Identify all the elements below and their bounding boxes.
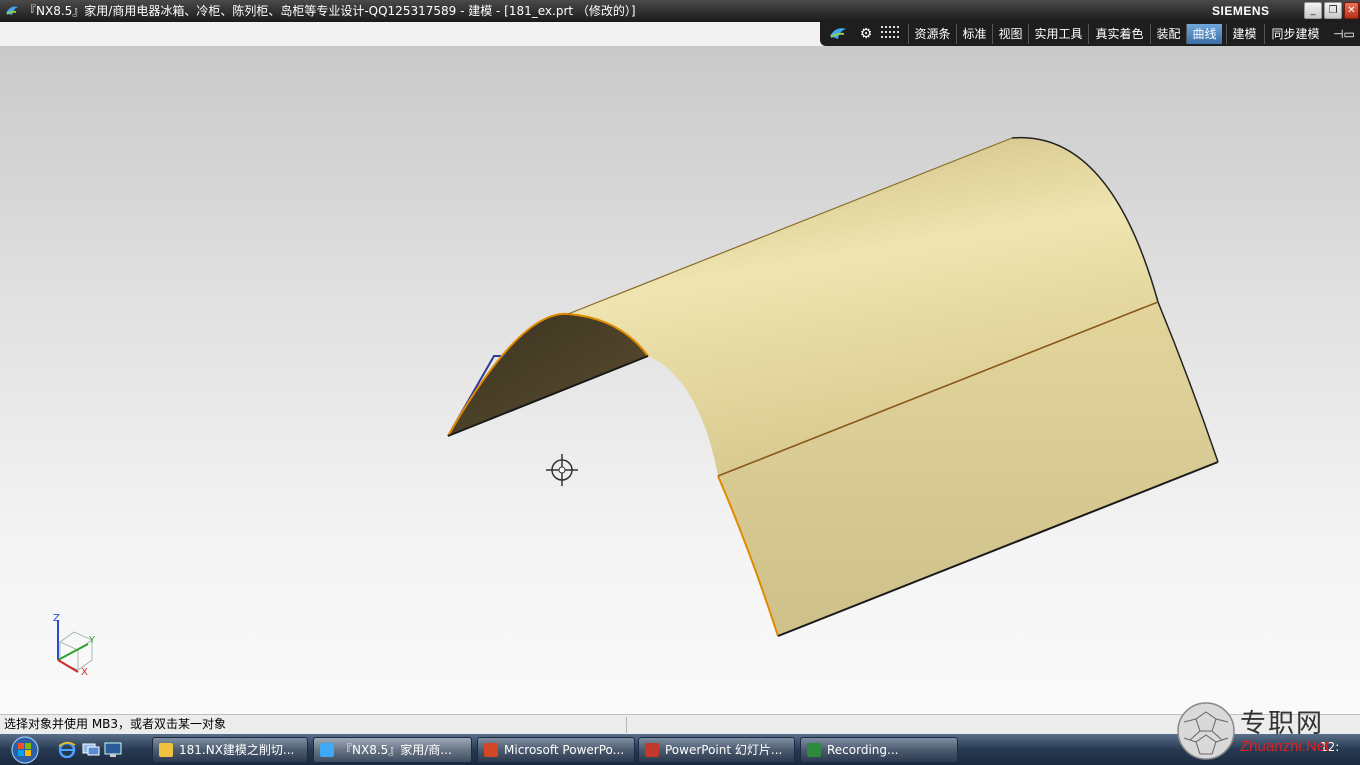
triad-z-label: Z [53,613,60,624]
tab-curve[interactable]: 曲线 [1186,24,1222,44]
watermark-ball-logo [1177,702,1235,760]
window-title: 『NX8.5』家用/商用电器冰箱、冷柜、陈列柜、岛柜等专业设计-QQ125317… [24,4,636,18]
status-prompt: 选择对象并使用 MB3，或者双击某一对象 [4,717,227,731]
recording-icon [807,743,821,757]
tab-standard[interactable]: 标准 [956,24,992,44]
title-bar: 『NX8.5』家用/商用电器冰箱、冷柜、陈列柜、岛柜等专业设计-QQ125317… [0,0,1360,22]
taskbar: 181.NX建模之削切... 『NX8.5』家用/商... Microsoft … [0,734,1360,765]
taskbar-item-powerpoint[interactable]: Microsoft PowerPo... [477,737,635,763]
nx-app-icon[interactable] [4,3,20,19]
crosshair-cursor-icon [546,454,578,486]
tab-synchronous-modeling[interactable]: 同步建模 [1264,24,1326,44]
restore-button[interactable]: ❐ [1324,2,1342,19]
tab-assembly[interactable]: 装配 [1150,24,1186,44]
tab-resource-bar[interactable]: 资源条 [908,24,956,44]
wcs-triad-icon [57,620,93,673]
bird-icon[interactable] [826,24,850,44]
tab-true-shading[interactable]: 真实着色 [1088,24,1150,44]
nx-icon [320,743,334,757]
triad-x-label: X [81,667,88,678]
status-bar: 选择对象并使用 MB3，或者双击某一对象 [0,714,1360,734]
internet-explorer-icon[interactable] [58,741,76,758]
tab-view[interactable]: 视图 [992,24,1028,44]
taskbar-item-slideshow[interactable]: PowerPoint 幻灯片... [638,737,795,763]
taskbar-item-explorer[interactable]: 181.NX建模之削切... [152,737,308,763]
gear-icon[interactable]: ⚙ [854,24,878,44]
siemens-logo: SIEMENS [1212,4,1270,18]
ribbon-toolbar: ⚙ 资源条 标准 视图 实用工具 真实着色 装配 曲线 建模 同步建模 ⊣▭ [820,22,1360,46]
surface-inner-face [448,313,648,436]
start-button[interactable] [6,735,44,764]
graphics-viewport[interactable]: Z Y X [0,46,1360,714]
watermark-en: Zhuanzhi.Net [1240,738,1330,755]
tab-modeling[interactable]: 建模 [1226,24,1262,44]
powerpoint-icon [484,743,498,757]
grid-icon[interactable] [878,24,902,44]
triad-y-label: Y [88,635,96,646]
show-desktop-icon[interactable] [82,741,100,758]
close-button[interactable]: ✕ [1344,2,1359,19]
watermark-cn: 专职网 [1240,709,1325,739]
folder-icon [159,743,173,757]
model-canvas: Z Y X [53,136,1219,678]
status-separator [626,717,627,733]
minimize-button[interactable]: _ [1304,2,1322,19]
ribbon-options-icon[interactable]: ⊣▭ [1330,24,1358,44]
taskbar-item-nx[interactable]: 『NX8.5』家用/商... [313,737,472,763]
slideshow-icon [645,743,659,757]
tab-utilities[interactable]: 实用工具 [1028,24,1088,44]
taskbar-item-recording[interactable]: Recording... [800,737,958,763]
monitor-icon[interactable] [104,741,122,758]
